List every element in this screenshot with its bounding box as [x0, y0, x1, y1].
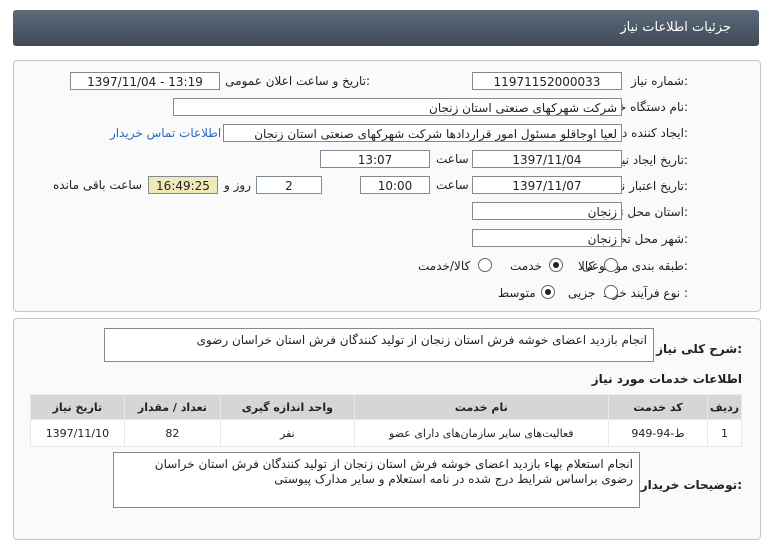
buyer-notes-text: انجام استعلام بهاء بازدید اعضای خوشه فرش…: [113, 452, 640, 508]
category-service-label: خدمت: [510, 259, 542, 273]
cell-service-code: ط-94-949: [607, 419, 709, 447]
days-field[interactable]: 2: [256, 176, 322, 194]
cell-service-name: فعالیت‌های سایر سازمان‌های دارای عضو: [353, 419, 609, 447]
cell-quantity: 82: [123, 419, 222, 447]
cell-unit: نفر: [220, 419, 355, 447]
buyer-field[interactable]: شرکت شهرکهای صنعتی استان زنجان: [173, 98, 622, 116]
process-minor-radio[interactable]: [604, 285, 618, 299]
remaining-time-field: 16:49:25: [148, 176, 218, 194]
services-table: تاریخ نیاز تعداد / مقدار واحد اندازه گیر…: [30, 394, 742, 447]
cell-row: 1: [707, 419, 742, 447]
contact-buyer-link[interactable]: اطلاعات تماس خریدار: [110, 126, 221, 140]
summary-text: انجام بازدید اعضای خوشه فرش استان زنجان …: [104, 328, 654, 362]
category-both-radio[interactable]: [478, 258, 492, 272]
valid-time-label: ساعت: [436, 178, 469, 192]
need-no-field[interactable]: 11971152000033: [472, 72, 622, 90]
col-unit: واحد اندازه گیری: [220, 394, 355, 420]
category-goods-radio[interactable]: [604, 258, 618, 272]
col-row: ردیف: [707, 394, 742, 420]
category-label: طبقه بندی موضوعی:: [581, 259, 688, 273]
announce-label: تاریخ و ساعت اعلان عمومی:: [225, 74, 370, 88]
create-date-field[interactable]: 1397/11/04: [472, 150, 622, 168]
services-title: اطلاعات خدمات مورد نیاز: [591, 372, 742, 386]
services-header-row: تاریخ نیاز تعداد / مقدار واحد اندازه گیر…: [30, 394, 742, 420]
category-both-label: کالا/خدمت: [418, 259, 471, 273]
valid-time-field[interactable]: 10:00: [360, 176, 430, 194]
announce-field[interactable]: 1397/11/04 - 13:19: [70, 72, 220, 90]
process-medium-radio[interactable]: [541, 285, 555, 299]
days-label: روز و: [224, 178, 251, 192]
process-medium-label: متوسط: [498, 286, 536, 300]
creator-field[interactable]: لعیا اوجاقلو مسئول امور قراردادها شرکت ش…: [223, 124, 622, 142]
category-goods-label: کالا: [578, 259, 595, 273]
buyer-notes-label: توضیحات خریدار:: [640, 478, 742, 492]
province-field[interactable]: زنجان: [472, 202, 622, 220]
page-header: جزئیات اطلاعات نیاز: [13, 10, 759, 46]
cell-need-date: 1397/11/10: [30, 419, 125, 447]
table-row[interactable]: 1397/11/10 82 نفر فعالیت‌های سایر سازمان…: [30, 419, 742, 447]
page-title: جزئیات اطلاعات نیاز: [620, 20, 731, 35]
process-minor-label: جزیی: [568, 286, 596, 300]
col-need-date: تاریخ نیاز: [30, 394, 125, 420]
create-date-label: تاریخ ایجاد نیاز:: [612, 153, 688, 167]
col-service-name: نام خدمت: [353, 394, 609, 420]
city-field[interactable]: زنجان: [472, 229, 622, 247]
create-time-field[interactable]: 13:07: [320, 150, 430, 168]
category-service-radio[interactable]: [549, 258, 563, 272]
col-service-code: کد خدمت: [607, 394, 709, 420]
create-time-label: ساعت: [436, 152, 469, 166]
summary-label: شرح کلی نیاز:: [656, 342, 742, 356]
col-quantity: تعداد / مقدار: [123, 394, 222, 420]
need-no-label: شماره نیاز:: [630, 74, 688, 88]
remaining-label: ساعت باقی مانده: [53, 178, 143, 192]
valid-date-field[interactable]: 1397/11/07: [472, 176, 622, 194]
